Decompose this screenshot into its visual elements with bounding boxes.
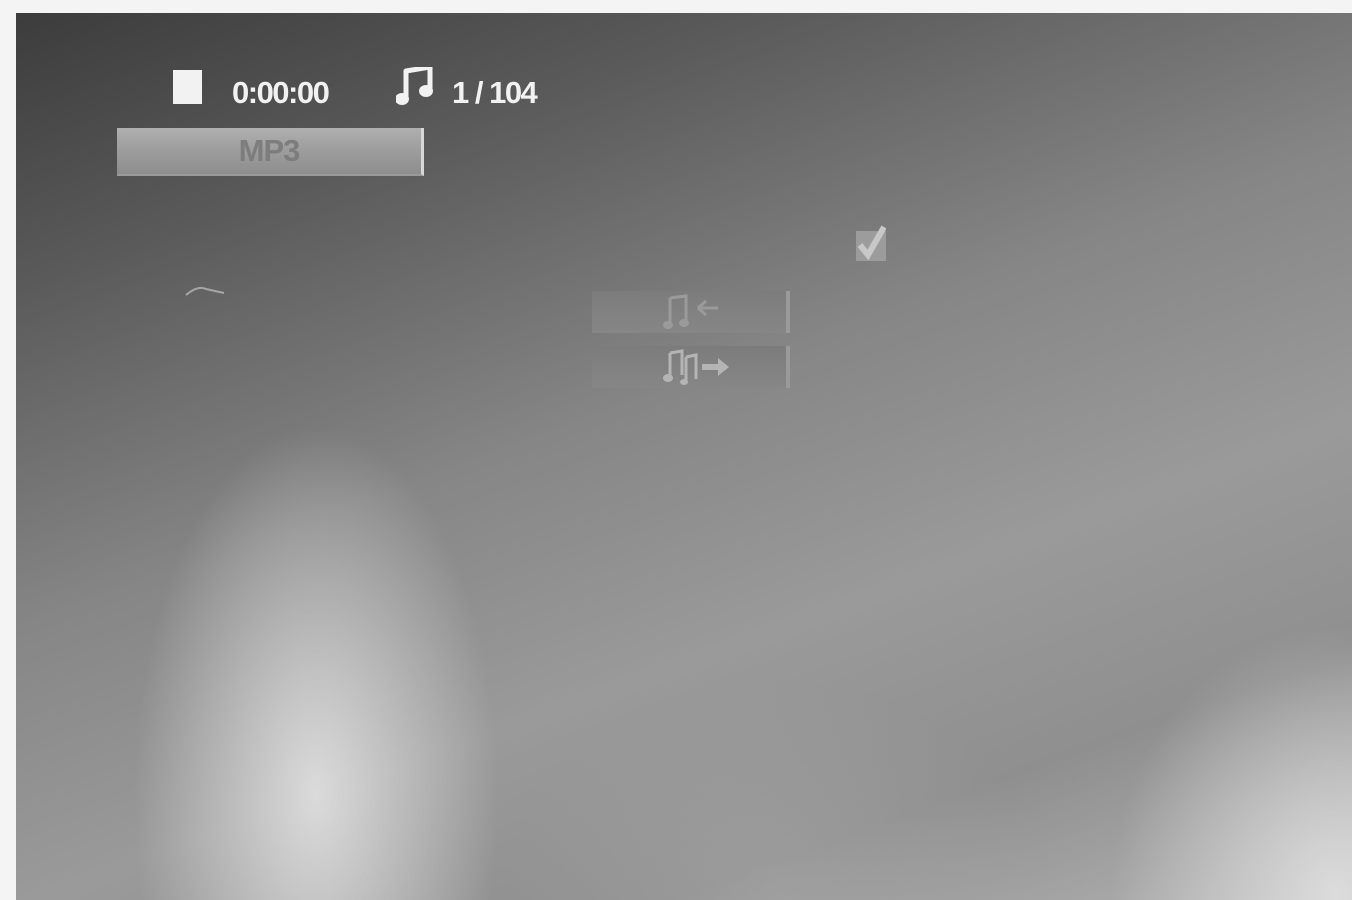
track-counter: 1 / 104 [452,75,538,110]
faint-mark-icon [185,286,225,296]
checkmark-icon [856,225,886,261]
elapsed-time: 0:00:00 [232,75,330,110]
file-type-tab[interactable]: MP3 [117,128,424,176]
file-type-label: MP3 [238,133,301,168]
music-note-icon [396,67,433,105]
dvd-osd-screen: 0:00:00 1 / 104 MP3 [16,13,1352,900]
stop-icon [173,70,202,104]
add-to-program-button[interactable] [592,291,790,333]
program-move-button[interactable] [592,346,790,388]
notes-arrow-right-icon [663,349,729,385]
music-note-arrow-icon [663,294,718,329]
